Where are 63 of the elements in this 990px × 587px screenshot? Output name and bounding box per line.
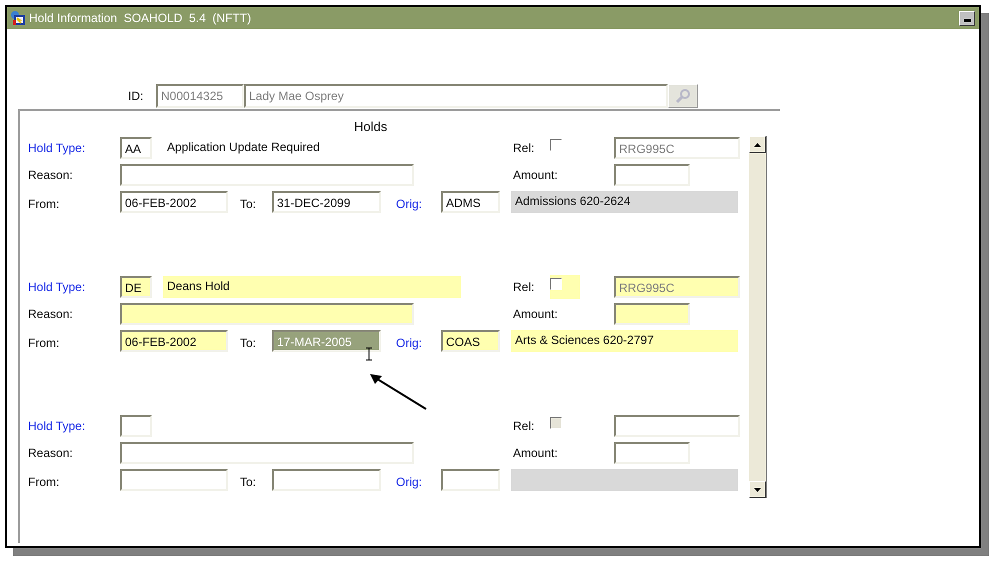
field-label: To: — [240, 336, 258, 350]
field-label: Reason: — [28, 168, 74, 182]
search-button[interactable] — [668, 84, 698, 108]
field-label: Hold Type: — [28, 141, 86, 155]
reason-field[interactable] — [120, 303, 414, 325]
field-label: Orig: — [396, 475, 424, 489]
from-date-field[interactable]: 06-FEB-2002 — [120, 191, 228, 213]
originator-code-field[interactable] — [441, 469, 500, 491]
field-label: To: — [240, 197, 258, 211]
release-checkbox[interactable] — [550, 278, 562, 290]
text-cursor-icon — [366, 347, 372, 361]
to-date-field[interactable] — [272, 469, 381, 491]
arrow-annotation — [368, 373, 428, 411]
field-label: Amount: — [513, 168, 559, 182]
hold-type-description: Deans Hold — [163, 276, 461, 298]
field-label: Hold Type: — [28, 280, 86, 294]
id-field[interactable]: N00014325 — [156, 84, 244, 108]
hold-type-code-field[interactable] — [120, 415, 152, 437]
originator-description: Arts & Sciences 620-2797 — [511, 330, 738, 352]
minimize-icon — [964, 18, 970, 22]
name-field[interactable]: Lady Mae Osprey — [244, 84, 668, 108]
originator-code-field[interactable]: ADMS — [441, 191, 500, 213]
field-label: Hold Type: — [28, 419, 86, 433]
originator-description: Admissions 620-2624 — [511, 191, 738, 213]
to-date-field[interactable]: 31-DEC-2099 — [272, 191, 381, 213]
reason-field[interactable] — [120, 164, 414, 186]
field-label: From: — [28, 336, 60, 350]
field-label: Rel: — [513, 141, 536, 155]
originator-code-field[interactable]: COAS — [441, 330, 500, 352]
user-id-field[interactable] — [614, 415, 740, 437]
field-label: Orig: — [396, 336, 424, 350]
field-label: Rel: — [513, 419, 536, 433]
hold-type-code-field[interactable]: AA — [120, 137, 152, 159]
field-label: To: — [240, 475, 258, 489]
hold-type-code-field[interactable]: DE — [120, 276, 152, 298]
field-label: Amount: — [513, 307, 559, 321]
minimize-button[interactable] — [959, 10, 975, 26]
field-label: From: — [28, 475, 60, 489]
amount-field[interactable] — [614, 442, 690, 464]
field-label: Reason: — [28, 307, 74, 321]
hold-type-description: Application Update Required — [166, 139, 321, 156]
application-icon — [10, 10, 26, 26]
from-date-field[interactable] — [120, 469, 228, 491]
user-id-field[interactable]: RRG995C — [614, 137, 740, 159]
search-icon — [675, 88, 691, 104]
from-date-field[interactable]: 06-FEB-2002 — [120, 330, 228, 352]
scroll-bar[interactable] — [749, 136, 767, 498]
scroll-down-button[interactable] — [749, 481, 766, 498]
scroll-up-button[interactable] — [749, 136, 766, 153]
field-label: Reason: — [28, 446, 74, 460]
block-title: Holds — [354, 119, 388, 134]
amount-field[interactable] — [614, 303, 690, 325]
field-label: From: — [28, 197, 60, 211]
amount-field[interactable] — [614, 164, 690, 186]
caret-down-icon — [754, 488, 761, 492]
field-label: Orig: — [396, 197, 424, 211]
user-id-field[interactable]: RRG995C — [614, 276, 740, 298]
field-label: Amount: — [513, 446, 559, 460]
window-title: Hold Information SOAHOLD 5.4 (NFTT) — [29, 11, 252, 25]
field-label: ID: — [128, 89, 144, 103]
reason-field[interactable] — [120, 442, 414, 464]
field-label: Rel: — [513, 280, 536, 294]
caret-up-icon — [754, 142, 761, 146]
